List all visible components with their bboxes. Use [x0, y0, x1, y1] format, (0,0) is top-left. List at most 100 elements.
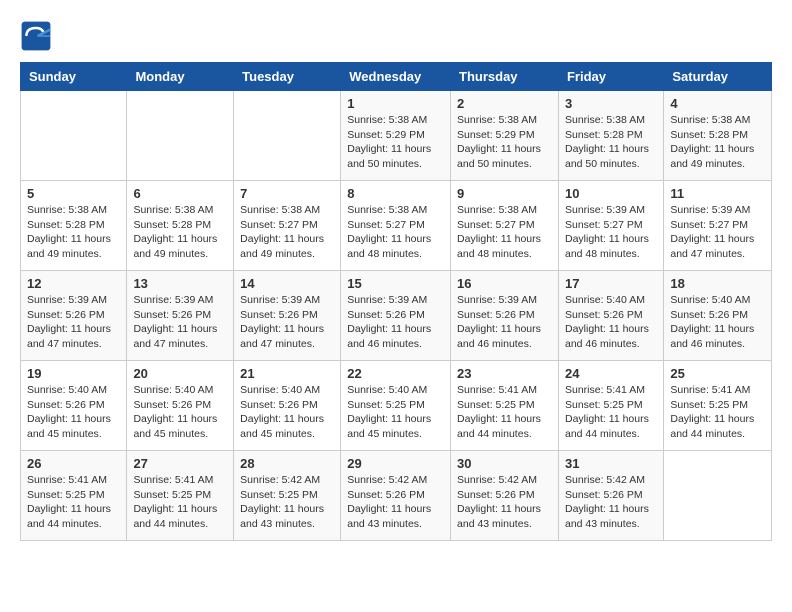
- calendar-cell: 3 Sunrise: 5:38 AMSunset: 5:28 PMDaylight…: [558, 91, 663, 181]
- header: [20, 20, 772, 52]
- calendar-cell: [234, 91, 341, 181]
- calendar-cell: 20 Sunrise: 5:40 AMSunset: 5:26 PMDayligh…: [127, 361, 234, 451]
- day-number: 14: [240, 276, 334, 291]
- day-info: Sunrise: 5:38 AMSunset: 5:28 PMDaylight:…: [565, 113, 657, 172]
- day-number: 28: [240, 456, 334, 471]
- day-number: 17: [565, 276, 657, 291]
- header-day-tuesday: Tuesday: [234, 63, 341, 91]
- day-number: 16: [457, 276, 552, 291]
- day-info: Sunrise: 5:41 AMSunset: 5:25 PMDaylight:…: [133, 473, 227, 532]
- day-info: Sunrise: 5:42 AMSunset: 5:26 PMDaylight:…: [347, 473, 444, 532]
- logo-icon: [20, 20, 52, 52]
- day-info: Sunrise: 5:40 AMSunset: 5:26 PMDaylight:…: [565, 293, 657, 352]
- day-number: 24: [565, 366, 657, 381]
- day-number: 9: [457, 186, 552, 201]
- calendar-cell: 12Sunrise: 5:39 AMSunset: 5:26 PMDayligh…: [21, 271, 127, 361]
- header-day-sunday: Sunday: [21, 63, 127, 91]
- day-info: Sunrise: 5:42 AMSunset: 5:26 PMDaylight:…: [565, 473, 657, 532]
- day-info: Sunrise: 5:40 AMSunset: 5:26 PMDaylight:…: [240, 383, 334, 442]
- week-row-1: 1 Sunrise: 5:38 AMSunset: 5:29 PMDaylight…: [21, 91, 772, 181]
- day-info: Sunrise: 5:40 AMSunset: 5:26 PMDaylight:…: [670, 293, 765, 352]
- day-number: 4: [670, 96, 765, 111]
- header-day-wednesday: Wednesday: [341, 63, 451, 91]
- header-day-thursday: Thursday: [451, 63, 559, 91]
- day-number: 8: [347, 186, 444, 201]
- calendar-cell: 5Sunrise: 5:38 AMSunset: 5:28 PMDaylight…: [21, 181, 127, 271]
- day-number: 2: [457, 96, 552, 111]
- day-info: Sunrise: 5:39 AMSunset: 5:27 PMDaylight:…: [565, 203, 657, 262]
- day-info: Sunrise: 5:40 AMSunset: 5:25 PMDaylight:…: [347, 383, 444, 442]
- day-info: Sunrise: 5:38 AMSunset: 5:27 PMDaylight:…: [457, 203, 552, 262]
- day-info: Sunrise: 5:38 AMSunset: 5:29 PMDaylight:…: [347, 113, 444, 172]
- calendar-cell: 29 Sunrise: 5:42 AMSunset: 5:26 PMDayligh…: [341, 451, 451, 541]
- day-info: Sunrise: 5:38 AMSunset: 5:27 PMDaylight:…: [240, 203, 334, 262]
- calendar-header-row: SundayMondayTuesdayWednesdayThursdayFrid…: [21, 63, 772, 91]
- calendar-cell: 30Sunrise: 5:42 AMSunset: 5:26 PMDayligh…: [451, 451, 559, 541]
- calendar-cell: 8 Sunrise: 5:38 AMSunset: 5:27 PMDaylight…: [341, 181, 451, 271]
- day-info: Sunrise: 5:38 AMSunset: 5:27 PMDaylight:…: [347, 203, 444, 262]
- logo: [20, 20, 56, 52]
- day-number: 31: [565, 456, 657, 471]
- day-number: 1: [347, 96, 444, 111]
- calendar-cell: 24Sunrise: 5:41 AMSunset: 5:25 PMDayligh…: [558, 361, 663, 451]
- calendar-cell: 10 Sunrise: 5:39 AMSunset: 5:27 PMDayligh…: [558, 181, 663, 271]
- day-info: Sunrise: 5:39 AMSunset: 5:26 PMDaylight:…: [133, 293, 227, 352]
- day-info: Sunrise: 5:38 AMSunset: 5:29 PMDaylight:…: [457, 113, 552, 172]
- calendar-cell: 4 Sunrise: 5:38 AMSunset: 5:28 PMDaylight…: [664, 91, 772, 181]
- calendar-cell: 13 Sunrise: 5:39 AMSunset: 5:26 PMDayligh…: [127, 271, 234, 361]
- header-day-saturday: Saturday: [664, 63, 772, 91]
- day-number: 22: [347, 366, 444, 381]
- day-number: 6: [133, 186, 227, 201]
- calendar-cell: 22 Sunrise: 5:40 AMSunset: 5:25 PMDayligh…: [341, 361, 451, 451]
- week-row-5: 26 Sunrise: 5:41 AMSunset: 5:25 PMDayligh…: [21, 451, 772, 541]
- day-number: 5: [27, 186, 120, 201]
- day-info: Sunrise: 5:39 AMSunset: 5:26 PMDaylight:…: [240, 293, 334, 352]
- day-number: 7: [240, 186, 334, 201]
- calendar-cell: 15Sunrise: 5:39 AMSunset: 5:26 PMDayligh…: [341, 271, 451, 361]
- day-number: 19: [27, 366, 120, 381]
- day-info: Sunrise: 5:39 AMSunset: 5:26 PMDaylight:…: [457, 293, 552, 352]
- calendar-cell: 1 Sunrise: 5:38 AMSunset: 5:29 PMDaylight…: [341, 91, 451, 181]
- header-day-friday: Friday: [558, 63, 663, 91]
- calendar-cell: 2 Sunrise: 5:38 AMSunset: 5:29 PMDaylight…: [451, 91, 559, 181]
- calendar-cell: 16 Sunrise: 5:39 AMSunset: 5:26 PMDayligh…: [451, 271, 559, 361]
- day-info: Sunrise: 5:39 AMSunset: 5:26 PMDaylight:…: [347, 293, 444, 352]
- day-info: Sunrise: 5:41 AMSunset: 5:25 PMDaylight:…: [670, 383, 765, 442]
- calendar-cell: 25 Sunrise: 5:41 AMSunset: 5:25 PMDayligh…: [664, 361, 772, 451]
- day-info: Sunrise: 5:38 AMSunset: 5:28 PMDaylight:…: [670, 113, 765, 172]
- calendar-cell: 11Sunrise: 5:39 AMSunset: 5:27 PMDayligh…: [664, 181, 772, 271]
- day-info: Sunrise: 5:41 AMSunset: 5:25 PMDaylight:…: [457, 383, 552, 442]
- day-number: 29: [347, 456, 444, 471]
- day-number: 25: [670, 366, 765, 381]
- day-info: Sunrise: 5:38 AMSunset: 5:28 PMDaylight:…: [133, 203, 227, 262]
- day-number: 13: [133, 276, 227, 291]
- calendar-cell: 21 Sunrise: 5:40 AMSunset: 5:26 PMDayligh…: [234, 361, 341, 451]
- week-row-4: 19 Sunrise: 5:40 AMSunset: 5:26 PMDayligh…: [21, 361, 772, 451]
- day-info: Sunrise: 5:40 AMSunset: 5:26 PMDaylight:…: [133, 383, 227, 442]
- calendar-cell: 31 Sunrise: 5:42 AMSunset: 5:26 PMDayligh…: [558, 451, 663, 541]
- calendar-cell: 18Sunrise: 5:40 AMSunset: 5:26 PMDayligh…: [664, 271, 772, 361]
- day-info: Sunrise: 5:41 AMSunset: 5:25 PMDaylight:…: [27, 473, 120, 532]
- day-number: 20: [133, 366, 227, 381]
- calendar-cell: 23 Sunrise: 5:41 AMSunset: 5:25 PMDayligh…: [451, 361, 559, 451]
- day-number: 30: [457, 456, 552, 471]
- calendar-cell: 26 Sunrise: 5:41 AMSunset: 5:25 PMDayligh…: [21, 451, 127, 541]
- day-number: 26: [27, 456, 120, 471]
- calendar-cell: 9 Sunrise: 5:38 AMSunset: 5:27 PMDaylight…: [451, 181, 559, 271]
- calendar: SundayMondayTuesdayWednesdayThursdayFrid…: [20, 62, 772, 541]
- day-info: Sunrise: 5:42 AMSunset: 5:25 PMDaylight:…: [240, 473, 334, 532]
- day-number: 10: [565, 186, 657, 201]
- calendar-cell: [21, 91, 127, 181]
- calendar-cell: [127, 91, 234, 181]
- calendar-cell: 19 Sunrise: 5:40 AMSunset: 5:26 PMDayligh…: [21, 361, 127, 451]
- week-row-2: 5 Sunrise: 5:38 AMSunset: 5:28 PMDaylight…: [21, 181, 772, 271]
- day-number: 11: [670, 186, 765, 201]
- day-number: 12: [27, 276, 120, 291]
- day-info: Sunrise: 5:40 AMSunset: 5:26 PMDaylight:…: [27, 383, 120, 442]
- day-number: 23: [457, 366, 552, 381]
- calendar-cell: [664, 451, 772, 541]
- day-number: 21: [240, 366, 334, 381]
- header-day-monday: Monday: [127, 63, 234, 91]
- day-number: 3: [565, 96, 657, 111]
- week-row-3: 12 Sunrise: 5:39 AMSunset: 5:26 PMDayligh…: [21, 271, 772, 361]
